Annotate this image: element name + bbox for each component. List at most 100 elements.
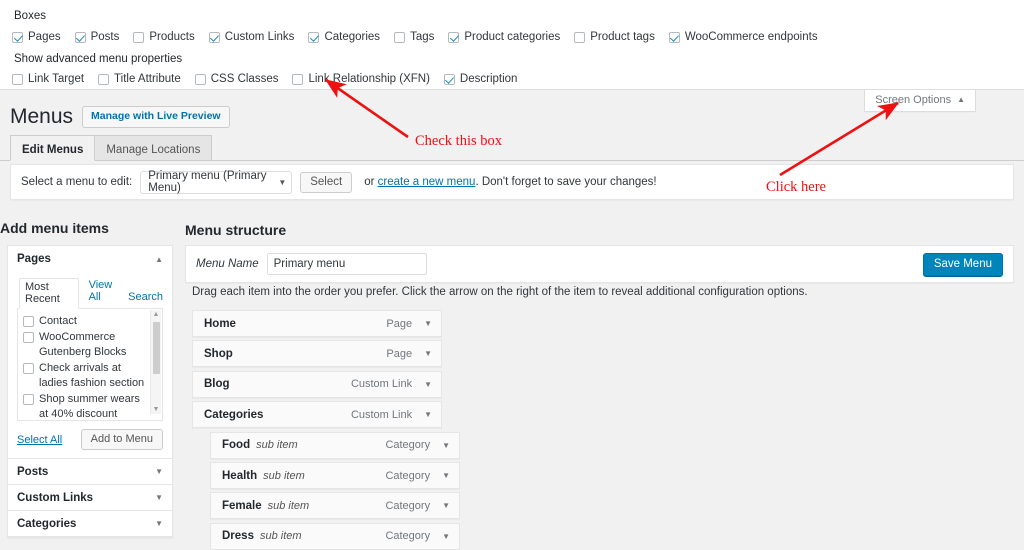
create-new-menu-link[interactable]: create a new menu: [378, 176, 476, 188]
page-list-item[interactable]: Check arrivals at ladies fashion section: [18, 361, 162, 391]
menu-item-row[interactable]: Food sub item Category ▼: [210, 431, 460, 459]
box-toggle-pages[interactable]: Pages: [12, 31, 61, 43]
accordion-header-pages[interactable]: Pages ▲: [8, 246, 172, 272]
menu-item-sub-label: sub item: [256, 439, 298, 452]
page-list-item[interactable]: Shop summer wears at 40% discount: [18, 392, 162, 420]
pages-item-list: Contact WooCommerce Gutenberg Blocks Check…: [18, 314, 162, 420]
annotation-click-here: Click here: [766, 179, 826, 195]
checkbox-icon[interactable]: [74, 31, 86, 43]
checkbox-icon[interactable]: [23, 394, 34, 405]
menu-item-row[interactable]: Dress sub item Category ▼: [210, 522, 460, 550]
checkbox-icon[interactable]: [23, 363, 34, 374]
page-list-item-label: Check arrivals at ladies fashion section: [39, 362, 145, 389]
menu-select-dropdown[interactable]: Primary menu (Primary Menu) ▼: [140, 170, 293, 194]
box-toggle-product-tags[interactable]: Product tags: [574, 31, 655, 43]
add-menu-items-panel: Pages ▲ Most Recent View All Search Contac…: [7, 245, 173, 538]
checkbox-icon[interactable]: [574, 31, 586, 43]
page-list-item[interactable]: WooCommerce Gutenberg Blocks: [18, 330, 162, 360]
box-toggle-categories[interactable]: Categories: [308, 31, 380, 43]
page-list-item-label: Shop summer wears at 40% discount: [39, 393, 140, 420]
menu-item-row[interactable]: Categories Custom Link ▼: [192, 401, 442, 429]
pages-scrollbar[interactable]: ▲ ▼: [150, 310, 161, 414]
box-toggle-woocommerce-endpoints[interactable]: WooCommerce endpoints: [668, 31, 818, 43]
menu-item-title: Health: [222, 469, 258, 482]
add-to-menu-button[interactable]: Add to Menu: [80, 429, 163, 450]
pages-tab-search[interactable]: Search: [128, 291, 163, 305]
box-toggle-custom-links[interactable]: Custom Links: [208, 31, 294, 43]
checkbox-icon[interactable]: [194, 73, 206, 85]
checkbox-label: Product categories: [464, 31, 561, 43]
menu-item-row[interactable]: Health sub item Category ▼: [210, 462, 460, 489]
chevron-down-icon[interactable]: ▼: [442, 441, 450, 450]
checkbox-icon[interactable]: [98, 73, 110, 85]
checkbox-icon[interactable]: [448, 31, 460, 43]
add-menu-items-heading: Add menu items: [0, 220, 109, 236]
checkbox-label: Posts: [90, 31, 120, 43]
accordion-header-categories[interactable]: Categories ▼: [8, 511, 172, 537]
box-toggle-tags[interactable]: Tags: [394, 31, 434, 43]
checkbox-label: Categories: [324, 31, 381, 43]
boxes-checkbox-row: Pages Posts Products Custom Links Categories…: [12, 31, 1012, 43]
checkbox-icon[interactable]: [292, 73, 304, 85]
advanced-toggle-title-attribute[interactable]: Title Attribute: [98, 73, 181, 85]
advanced-toggle-description[interactable]: Description: [443, 73, 517, 85]
scroll-down-icon[interactable]: ▼: [153, 406, 160, 413]
pages-tab-most-recent[interactable]: Most Recent: [19, 278, 79, 309]
screen-options-label: Screen Options: [875, 94, 952, 106]
chevron-down-icon[interactable]: ▼: [442, 471, 450, 480]
box-toggle-posts[interactable]: Posts: [74, 31, 120, 43]
checkbox-icon[interactable]: [23, 316, 34, 327]
scrollbar-thumb[interactable]: [153, 322, 160, 374]
accordion-header-posts[interactable]: Posts ▼: [8, 459, 172, 485]
menu-item-title: Food: [222, 439, 251, 452]
checkbox-label: CSS Classes: [210, 73, 279, 85]
checkbox-icon[interactable]: [12, 73, 23, 85]
checkbox-label: Tags: [410, 31, 435, 43]
checkbox-icon[interactable]: [394, 31, 406, 43]
checkbox-icon[interactable]: [133, 31, 145, 43]
select-all-link[interactable]: Select All: [17, 434, 62, 446]
chevron-down-icon[interactable]: ▼: [442, 501, 450, 510]
menu-name-bar: Menu Name Primary menu Save Menu: [185, 245, 1014, 283]
chevron-down-icon[interactable]: ▼: [424, 410, 432, 419]
pages-tab-view-all[interactable]: View All: [89, 279, 119, 305]
menu-item-sub-label: sub item: [259, 530, 302, 543]
menu-select-value: Primary menu (Primary Menu): [148, 170, 267, 194]
chevron-down-icon[interactable]: ▼: [424, 349, 432, 358]
menu-name-input[interactable]: Primary menu: [266, 253, 427, 275]
checkbox-icon[interactable]: [12, 31, 23, 43]
chevron-down-icon[interactable]: ▼: [424, 319, 432, 328]
manage-with-live-preview-button[interactable]: Manage with Live Preview: [82, 106, 230, 128]
menu-item-type: Category: [385, 499, 431, 512]
chevron-down-icon[interactable]: ▼: [424, 380, 432, 389]
checkbox-icon[interactable]: [23, 332, 34, 343]
box-toggle-product-categories[interactable]: Product categories: [448, 31, 560, 43]
checkbox-label: WooCommerce endpoints: [684, 31, 818, 43]
advanced-toggle-link-relationship-xfn[interactable]: Link Relationship (XFN): [292, 73, 430, 85]
save-menu-button[interactable]: Save Menu: [922, 252, 1003, 276]
advanced-toggle-css-classes[interactable]: CSS Classes: [194, 73, 279, 85]
menu-item-title: Home: [204, 317, 236, 330]
pages-tabs: Most Recent View All Search: [17, 278, 163, 309]
checkbox-icon[interactable]: [443, 73, 455, 85]
checkbox-icon[interactable]: [308, 31, 320, 43]
menu-item-row[interactable]: Home Page ▼: [192, 310, 442, 337]
box-toggle-products[interactable]: Products: [133, 31, 195, 43]
select-button[interactable]: Select: [300, 171, 353, 193]
menu-item-row[interactable]: Female sub item Category ▼: [210, 492, 460, 520]
page-list-item[interactable]: Contact: [18, 314, 162, 329]
checkbox-icon[interactable]: [208, 31, 220, 43]
menu-item-row[interactable]: Blog Custom Link ▼: [192, 370, 442, 398]
tab-manage-locations[interactable]: Manage Locations: [95, 135, 213, 161]
advanced-toggle-link-target[interactable]: Link Target: [12, 73, 84, 85]
accordion-header-custom-links[interactable]: Custom Links ▼: [8, 485, 172, 511]
scroll-up-icon[interactable]: ▲: [153, 311, 160, 318]
menu-item-title: Shop: [204, 347, 233, 360]
checkbox-icon[interactable]: [668, 31, 680, 43]
screen-options-toggle-button[interactable]: Screen Options ▲: [864, 90, 976, 112]
chevron-down-icon[interactable]: ▼: [442, 532, 450, 541]
pages-checklist[interactable]: Contact WooCommerce Gutenberg Blocks Check…: [17, 309, 163, 421]
tab-edit-menus[interactable]: Edit Menus: [10, 135, 96, 161]
menu-item-row[interactable]: Shop Page ▼: [192, 340, 442, 368]
checkbox-label: Pages: [28, 31, 61, 43]
